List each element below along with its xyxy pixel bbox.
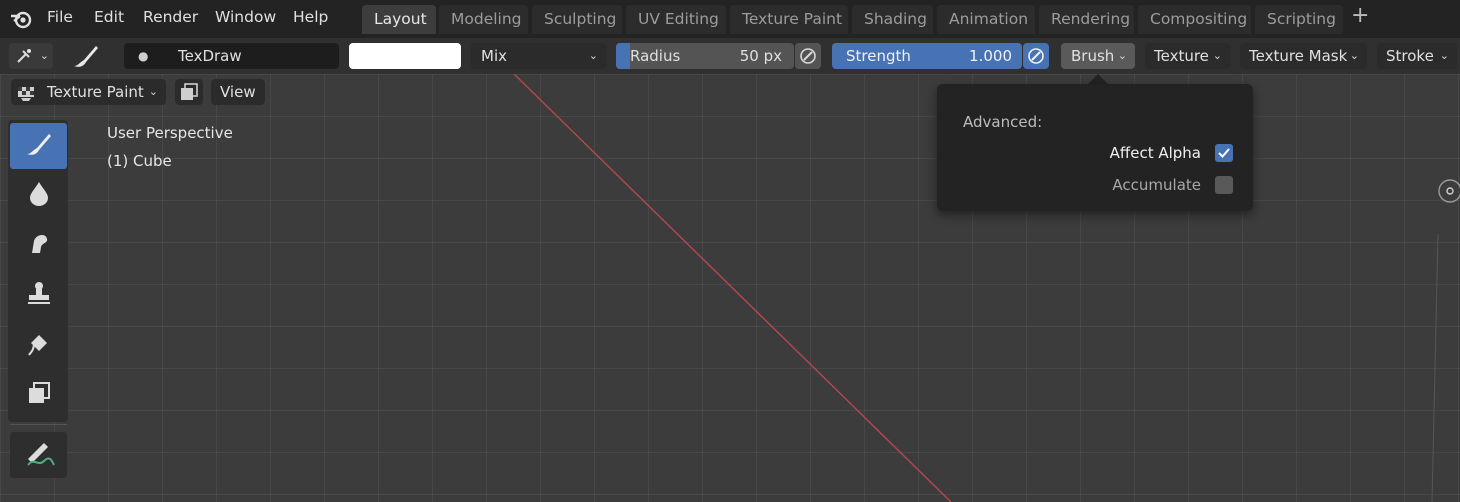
mask-tool-button[interactable] [10, 372, 67, 418]
strength-slider[interactable]: Strength 1.000 [832, 43, 1022, 69]
brush-preview-icon[interactable] [70, 42, 100, 74]
blender-logo-icon[interactable] [10, 8, 34, 34]
texture-mask-popover-label: Texture Mask [1249, 47, 1348, 65]
texture-popover-button[interactable]: Texture ⌄ [1145, 43, 1230, 69]
menu-help[interactable]: Help [293, 0, 328, 38]
brush-popover-panel: Advanced: Affect Alpha Accumulate [937, 84, 1253, 211]
toolbar-divider [10, 424, 67, 425]
brush-popover-button[interactable]: Brush ⌄ [1061, 43, 1135, 69]
navigation-gizmo-icon[interactable] [1436, 176, 1460, 210]
tab-rendering[interactable]: Rendering [1039, 5, 1134, 34]
chevron-down-icon: ⌄ [148, 85, 158, 98]
texture-popover-label: Texture [1154, 47, 1209, 65]
tab-texture-paint[interactable]: Texture Paint [730, 5, 848, 34]
strength-pressure-toggle[interactable] [1023, 43, 1049, 69]
menu-window[interactable]: Window [215, 0, 276, 38]
draw-brush-icon [24, 130, 54, 162]
smear-icon [26, 229, 52, 261]
chevron-down-icon: ⌄ [588, 49, 598, 62]
clone-icon [25, 279, 53, 311]
chevron-down-icon: ⌄ [1212, 49, 1222, 62]
texture-mask-popover-button[interactable]: Texture Mask ⌄ [1240, 43, 1367, 69]
viewport-perspective-label: User Perspective [107, 124, 233, 142]
strength-label: Strength [846, 47, 911, 65]
annotate-tool-button[interactable] [10, 432, 67, 478]
mode-value: Texture Paint [47, 83, 144, 101]
radius-slider-fill [616, 43, 630, 69]
paint-tool-icon [15, 47, 35, 73]
viewport-object-label: (1) Cube [107, 152, 172, 170]
brush-color-swatch[interactable] [349, 43, 461, 69]
accumulate-checkbox[interactable] [1215, 176, 1233, 194]
fill-tool-button[interactable] [10, 322, 67, 368]
soften-icon [26, 179, 52, 211]
tab-modeling[interactable]: Modeling [439, 5, 528, 34]
accumulate-label: Accumulate [1112, 176, 1201, 194]
radius-label: Radius [630, 47, 681, 65]
tab-sculpting[interactable]: Sculpting [532, 5, 622, 34]
view-menu-label: View [220, 83, 256, 101]
tab-uv-editing[interactable]: UV Editing [626, 5, 726, 34]
menu-file[interactable]: File [47, 0, 73, 38]
tab-shading[interactable]: Shading [852, 5, 933, 34]
chevron-down-icon: ⌄ [39, 49, 49, 62]
mask-icon [25, 379, 53, 411]
checkmark-icon [1215, 148, 1233, 166]
texture-paint-mode-icon [17, 84, 35, 110]
tab-layout[interactable]: Layout [362, 5, 436, 34]
affect-alpha-label: Affect Alpha [1109, 144, 1201, 162]
radius-slider[interactable]: Radius 50 px [616, 43, 794, 69]
chevron-down-icon: ⌄ [1117, 49, 1127, 62]
affect-alpha-checkbox[interactable] [1215, 144, 1233, 162]
menu-render[interactable]: Render [143, 0, 198, 38]
blend-mode-select[interactable]: Mix ⌄ [471, 43, 606, 69]
brush-datablock-icon: ● [138, 49, 149, 63]
menu-edit[interactable]: Edit [94, 0, 124, 38]
popover-arrow [1088, 74, 1108, 84]
fill-icon [25, 329, 53, 361]
view-menu-button[interactable]: View [211, 79, 265, 105]
strength-value: 1.000 [969, 47, 1012, 65]
chevron-down-icon: ⌄ [1349, 49, 1359, 62]
mode-select[interactable]: Texture Paint ⌄ [11, 79, 166, 105]
pressure-icon [1027, 47, 1045, 73]
brush-name-field[interactable]: ● TexDraw [124, 43, 339, 69]
soften-tool-button[interactable] [10, 172, 67, 218]
brush-name-value: TexDraw [178, 47, 242, 65]
tab-scripting[interactable]: Scripting [1255, 5, 1343, 34]
radius-pressure-toggle[interactable] [795, 43, 821, 69]
tab-animation[interactable]: Animation [937, 5, 1035, 34]
stroke-popover-button[interactable]: Stroke ⌄ [1377, 43, 1457, 69]
radius-value: 50 px [739, 47, 782, 65]
advanced-section-label: Advanced: [963, 113, 1043, 131]
chevron-down-icon: ⌄ [1439, 49, 1449, 62]
blend-mode-value: Mix [481, 47, 507, 65]
clone-tool-button[interactable] [10, 272, 67, 318]
top-menu-bar: File Edit Render Window Help Layout Mode… [0, 0, 1460, 38]
annotate-icon [22, 437, 56, 473]
pressure-icon [799, 47, 817, 73]
texture-slots-icon [180, 83, 198, 109]
tab-compositing[interactable]: Compositing [1138, 5, 1251, 34]
tool-options-dropdown[interactable]: ⌄ [9, 43, 53, 69]
texture-slots-button[interactable] [175, 79, 203, 105]
smear-tool-button[interactable] [10, 222, 67, 268]
draw-tool-button[interactable] [10, 123, 67, 169]
brush-popover-label: Brush [1071, 47, 1115, 65]
add-workspace-button[interactable]: + [1351, 3, 1369, 28]
stroke-popover-label: Stroke [1386, 47, 1434, 65]
